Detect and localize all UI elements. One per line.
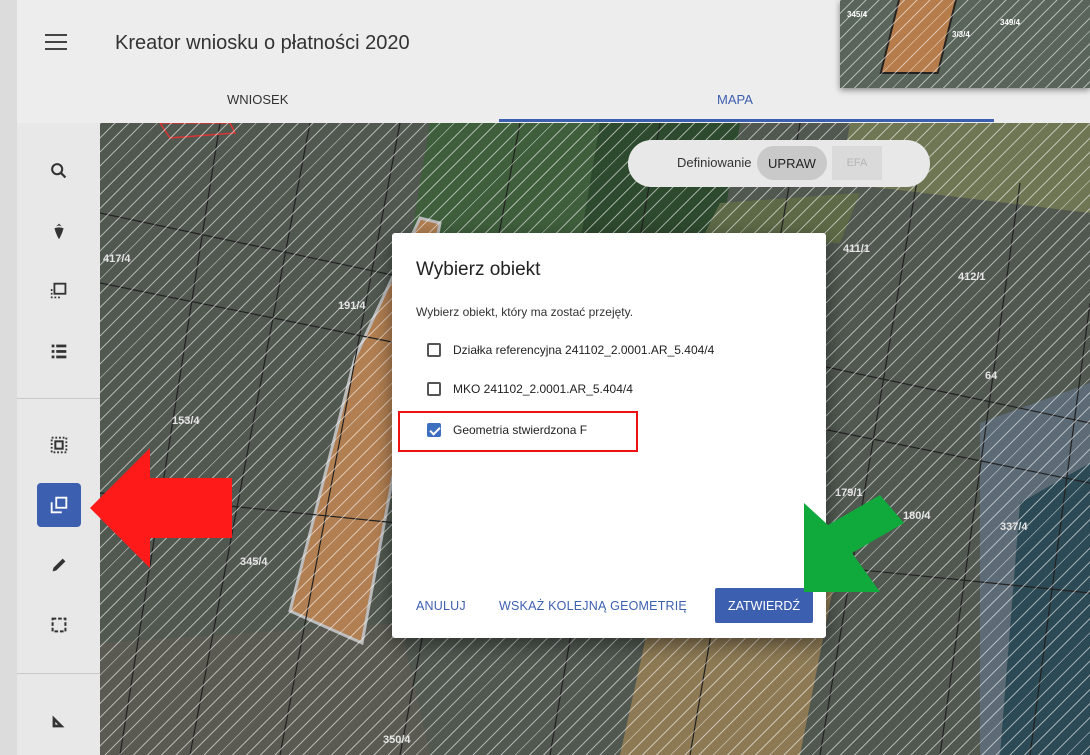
definiowanie-label: Definiowanie (677, 155, 752, 170)
parcel-label: 191/4 (338, 300, 366, 312)
select-area-icon (50, 436, 68, 454)
sidebar-edit-button[interactable] (37, 543, 81, 587)
tab-mapa[interactable]: MAPA (717, 92, 753, 107)
sidebar-list-button[interactable] (37, 329, 81, 373)
sidebar-divider (17, 673, 100, 674)
sidebar-copy-geometry-button[interactable] (37, 483, 81, 527)
copy-geometry-icon (50, 496, 68, 514)
parcel-label: 345/4 (240, 556, 268, 568)
search-icon (51, 163, 67, 179)
sidebar-select-rectangle-button[interactable] (37, 603, 81, 647)
option-mko[interactable]: MKO 241102_2.0001.AR_5.404/4 (427, 382, 633, 396)
page-title: Kreator wniosku o płatności 2020 (115, 32, 410, 54)
measure-icon (52, 715, 65, 728)
cancel-button[interactable]: ANULUJ (416, 599, 466, 613)
tab-wniosek[interactable]: WNIOSEK (227, 92, 288, 107)
parcel-label: 64 (985, 370, 998, 382)
option-label: MKO 241102_2.0001.AR_5.404/4 (453, 382, 633, 396)
window-edge (0, 0, 17, 755)
option-label: Działka referencyjna 241102_2.0001.AR_5.… (453, 343, 715, 357)
pencil-icon (52, 558, 66, 572)
sidebar-measure-button[interactable] (37, 699, 81, 743)
sidebar-select-object-button[interactable] (37, 269, 81, 313)
select-object-icon (50, 282, 67, 299)
menu-icon[interactable] (45, 34, 67, 52)
list-icon (51, 344, 67, 359)
next-geometry-button[interactable]: WSKAŻ KOLEJNĄ GEOMETRIĘ (499, 599, 687, 613)
active-tab-indicator (499, 119, 994, 122)
minimap-label: 3/3/4 (952, 30, 970, 39)
crop-beet-icon (54, 223, 64, 240)
sidebar-search-button[interactable] (37, 149, 81, 193)
dialog-title: Wybierz obiekt (416, 259, 541, 280)
minimap-label: 345/4 (847, 10, 868, 19)
parcel-label: 153/4 (172, 415, 200, 427)
checkbox[interactable] (427, 343, 441, 357)
selection-highlight-box (398, 411, 638, 452)
confirm-button[interactable]: ZATWIERDŹ (715, 588, 813, 623)
efa-option[interactable]: EFA (832, 146, 882, 180)
sidebar-divider (17, 398, 100, 399)
checkbox[interactable] (427, 382, 441, 396)
dialog-subtitle: Wybierz obiekt, który ma zostać przejęty… (416, 305, 634, 319)
sidebar-select-area-button[interactable] (37, 423, 81, 467)
parcel-label: 180/4 (903, 510, 931, 522)
red-arrow-annotation (90, 448, 232, 568)
minimap-label: 349/4 (1000, 18, 1021, 27)
parcel-label: 337/4 (1000, 521, 1028, 533)
select-rectangle-icon (51, 617, 67, 633)
upraw-option[interactable]: UPRAW (757, 146, 827, 180)
green-arrow-annotation (804, 495, 904, 592)
minimap-thumbnail: 345/4 349/4 3/3/4 (840, 0, 1090, 88)
parcel-label: 350/4 (383, 734, 411, 746)
parcel-label: 417/4 (103, 253, 131, 265)
sidebar-crop-button[interactable] (37, 209, 81, 253)
sidebar-toolbar (17, 123, 100, 755)
parcel-label: 412/1 (958, 271, 986, 283)
option-dzialka-referencyjna[interactable]: Działka referencyjna 241102_2.0001.AR_5.… (427, 343, 714, 357)
parcel-label: 411/1 (843, 243, 870, 255)
